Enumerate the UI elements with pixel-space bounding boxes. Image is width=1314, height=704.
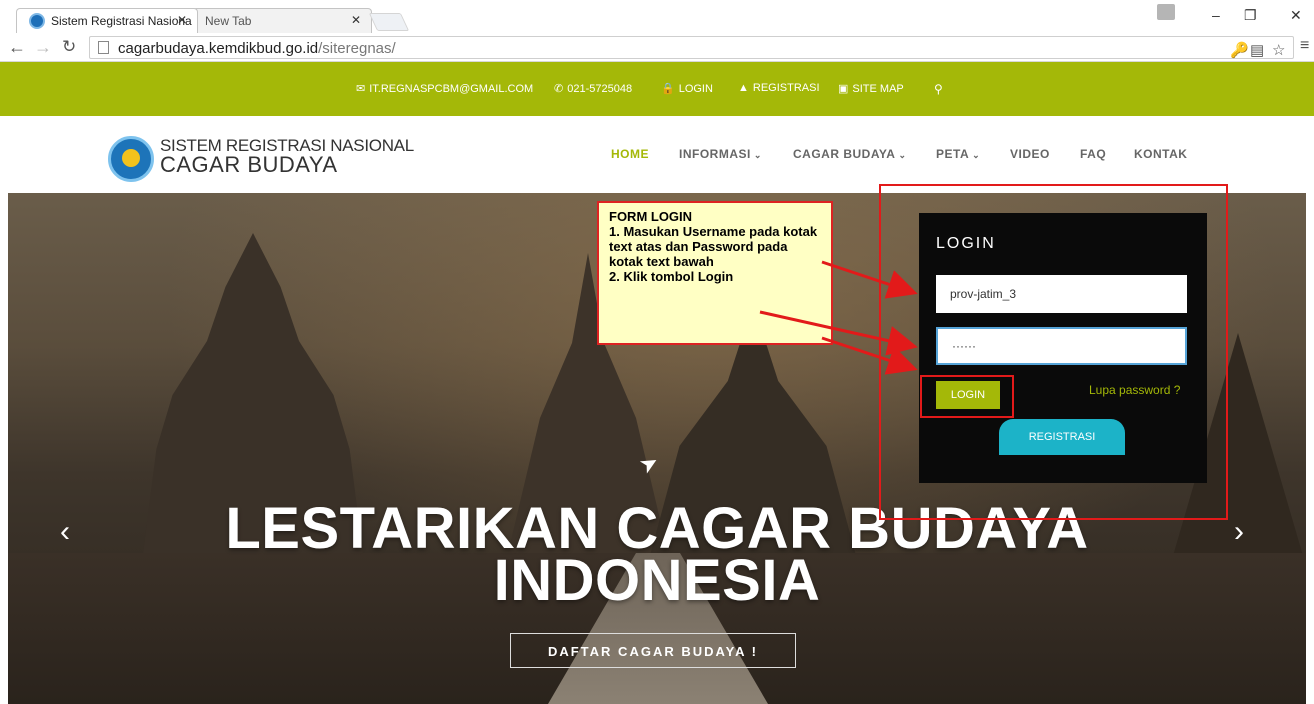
menu-home[interactable]: HOME <box>611 147 649 161</box>
chevron-down-icon: ⌄ <box>972 150 981 160</box>
chevron-down-icon: ⌄ <box>898 150 907 160</box>
login-link-text: LOGIN <box>678 83 713 95</box>
menu-icon[interactable]: ≡ <box>1300 37 1309 55</box>
login-button-highlight-box <box>920 375 1014 418</box>
login-link[interactable]: 🔒 LOGIN <box>661 82 713 95</box>
back-icon[interactable]: ← <box>8 37 26 58</box>
phone-icon: ✆ <box>554 83 564 95</box>
chevron-down-icon: ⌄ <box>753 150 762 160</box>
site-favicon-icon <box>29 13 45 29</box>
url-path: /siteregnas/ <box>318 40 396 57</box>
lock-icon: 🔒 <box>661 83 675 95</box>
browser-tabbar: Sistem Registrasi Nasiona ✕ New Tab ✕ – … <box>0 0 1314 33</box>
menu-cagar-budaya[interactable]: CAGAR BUDAYA ⌄ <box>793 147 907 161</box>
register-link[interactable]: ▲ REGISTRASI <box>738 82 820 94</box>
page-icon <box>98 41 109 54</box>
star-icon[interactable]: ☆ <box>1272 41 1285 59</box>
menu-label: INFORMASI <box>679 147 751 161</box>
new-tab-button[interactable] <box>368 13 410 31</box>
email-link[interactable]: ✉ IT.REGNASPCBM@GMAIL.COM <box>356 82 533 95</box>
daftar-cagar-budaya-button[interactable]: DAFTAR CAGAR BUDAYA ! <box>510 633 796 668</box>
mail-icon: ✉ <box>356 83 366 95</box>
sitemap-link-text: SITE MAP <box>852 83 904 95</box>
menu-informasi[interactable]: INFORMASI ⌄ <box>679 147 762 161</box>
forward-icon[interactable]: → <box>34 37 52 58</box>
tab-label: Sistem Registrasi Nasiona <box>51 14 192 28</box>
phone-text: 021-5725048 <box>567 83 633 95</box>
tab-new-tab[interactable]: New Tab ✕ <box>192 8 372 33</box>
key-icon[interactable]: 🔑 <box>1230 41 1249 59</box>
restore-icon[interactable]: ❐ <box>1244 7 1257 24</box>
phone-link[interactable]: ✆ 021-5725048 <box>554 82 632 95</box>
user-icon: ▲ <box>738 82 749 94</box>
kemdikbud-logo-icon[interactable] <box>108 136 154 182</box>
sitemap-icon: ▣ <box>838 83 849 95</box>
translate-icon[interactable]: ▤ <box>1250 41 1264 59</box>
close-window-icon[interactable]: ✕ <box>1290 7 1302 24</box>
menu-label: CAGAR BUDAYA <box>793 147 896 161</box>
menu-kontak[interactable]: KONTAK <box>1134 147 1187 161</box>
top-info-bar: ✉ IT.REGNASPCBM@GMAIL.COM ✆ 021-5725048 🔒 L… <box>0 62 1314 116</box>
url-field[interactable]: cagarbudaya.kemdikbud.go.id/siteregnas/ … <box>89 36 1294 59</box>
email-text: IT.REGNASPCBM@GMAIL.COM <box>369 83 534 95</box>
menu-label: PETA <box>936 147 970 161</box>
close-tab-icon[interactable]: ✕ <box>351 13 361 27</box>
site-header: SISTEM REGISTRASI NASIONAL CAGAR BUDAYA … <box>0 116 1314 193</box>
tab-active[interactable]: Sistem Registrasi Nasiona ✕ <box>16 8 198 33</box>
headline-line2: INDONESIA <box>493 548 821 613</box>
login-highlight-box <box>879 184 1228 520</box>
tab-label: New Tab <box>205 14 252 28</box>
minimize-icon[interactable]: – <box>1212 7 1220 23</box>
menu-faq[interactable]: FAQ <box>1080 147 1106 161</box>
annotation-callout: FORM LOGIN 1. Masukan Username pada kota… <box>597 201 833 345</box>
url-text: cagarbudaya.kemdikbud.go.id/siteregnas/ <box>118 40 396 57</box>
profile-icon[interactable] <box>1157 4 1175 20</box>
register-link-text: REGISTRASI <box>752 82 820 94</box>
sitemap-link[interactable]: ▣ SITE MAP <box>838 82 904 95</box>
url-domain: cagarbudaya.kemdikbud.go.id <box>118 40 319 57</box>
menu-video[interactable]: VIDEO <box>1010 147 1050 161</box>
brand-line2: CAGAR BUDAYA <box>160 152 338 177</box>
address-bar: ← → ↻ cagarbudaya.kemdikbud.go.id/sitere… <box>0 33 1314 62</box>
close-tab-icon[interactable]: ✕ <box>177 13 187 27</box>
menu-peta[interactable]: PETA ⌄ <box>936 147 980 161</box>
reload-icon[interactable]: ↻ <box>62 37 76 57</box>
search-icon[interactable]: ⚲ <box>934 82 943 96</box>
